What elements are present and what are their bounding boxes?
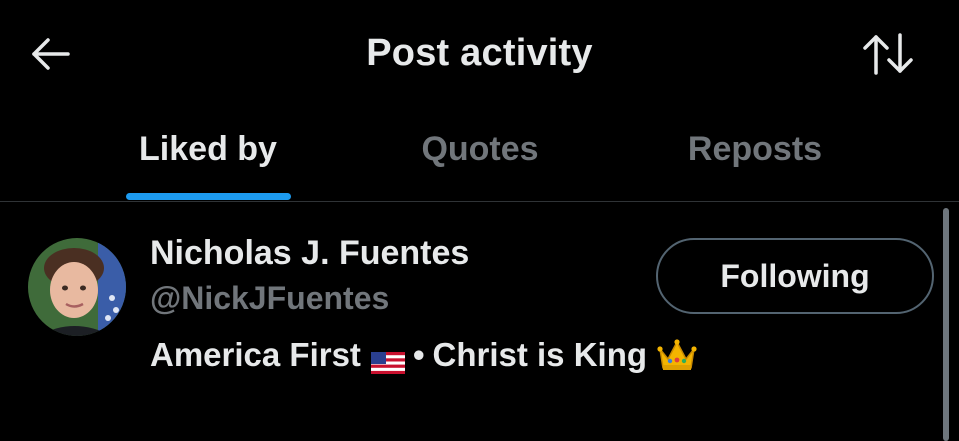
- user-display-name[interactable]: Nicholas J. Fuentes: [150, 234, 469, 273]
- user-cell[interactable]: Nicholas J. Fuentes @NickJFuentes Follow…: [0, 202, 959, 441]
- us-flag-icon: [370, 344, 405, 374]
- crown-icon: [657, 337, 697, 373]
- avatar[interactable]: [28, 238, 126, 336]
- tab-label: Quotes: [421, 130, 539, 168]
- tab-reposts[interactable]: Reposts: [650, 112, 860, 202]
- tab-label: Liked by: [139, 130, 277, 168]
- bio-text-part2: Christ is King: [432, 336, 648, 373]
- tab-label: Reposts: [687, 130, 823, 168]
- tab-liked-by[interactable]: Liked by: [108, 112, 308, 202]
- avatar-image: [28, 238, 126, 336]
- bio-text-part1: America First: [150, 336, 361, 373]
- user-handle[interactable]: @NickJFuentes: [150, 280, 389, 317]
- tab-quotes[interactable]: Quotes: [380, 112, 580, 202]
- active-tab-indicator: [126, 193, 291, 200]
- top-bar: Post activity: [0, 0, 959, 110]
- activity-tabs: Liked by Quotes Reposts: [0, 112, 959, 202]
- following-button[interactable]: Following: [656, 238, 934, 314]
- sort-button[interactable]: [858, 28, 918, 80]
- page-title: Post activity: [366, 32, 593, 74]
- sort-arrows-icon: [863, 33, 913, 75]
- scrollbar[interactable]: [943, 208, 949, 441]
- user-bio: America First • Christ is King: [150, 336, 697, 374]
- bio-separator: •: [412, 336, 425, 373]
